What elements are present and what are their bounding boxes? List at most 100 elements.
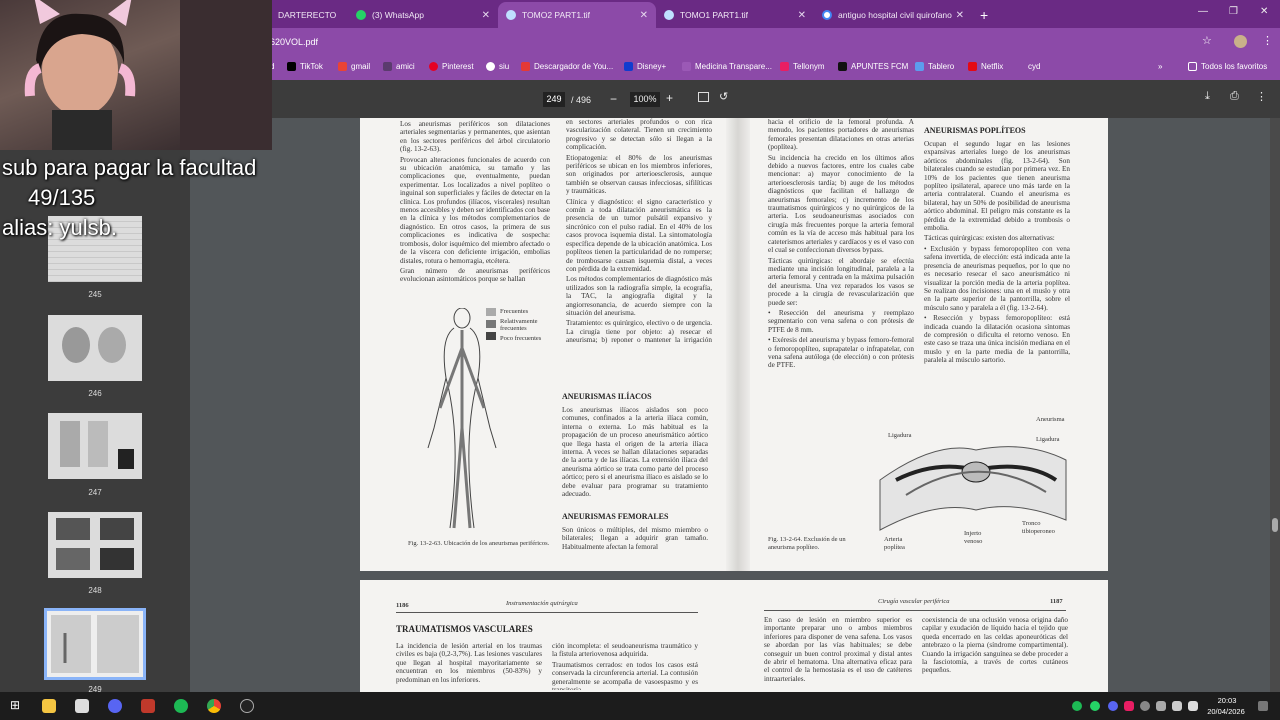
new-tab-button[interactable]: + [980, 2, 988, 28]
fit-page-icon[interactable] [698, 92, 709, 102]
tab-whatsapp[interactable]: (3) WhatsApp ✕ [348, 2, 498, 28]
pinterest-icon [429, 62, 438, 71]
windows-start-icon[interactable]: ⊞ [10, 698, 24, 712]
restore-icon[interactable]: ❐ [1229, 6, 1238, 17]
notification-icon[interactable] [1258, 701, 1268, 711]
close-icon[interactable]: ✕ [640, 10, 648, 21]
notion-icon [838, 62, 847, 71]
bookmark-tablero[interactable]: Tablero [915, 62, 954, 71]
scrollbar-thumb[interactable] [1272, 518, 1278, 532]
bookmark-cyd[interactable]: cyd [1028, 62, 1040, 71]
label-arteria: Arteria poplítea [884, 536, 905, 551]
tellonym-icon [780, 62, 789, 71]
close-icon[interactable]: ✕ [482, 10, 490, 21]
left-col1: Los aneurismas periféricos son dilatacio… [400, 120, 550, 284]
bookmark-amici[interactable]: amici [383, 62, 415, 71]
webcam-feed [0, 0, 272, 150]
minimize-icon[interactable]: — [1198, 6, 1208, 17]
window-close-icon[interactable]: ✕ [1260, 6, 1268, 17]
all-bookmarks[interactable]: Todos los favoritos [1188, 62, 1267, 71]
zoom-in-icon[interactable]: + [666, 91, 673, 105]
label-ligadura-left: Ligadura [888, 432, 912, 439]
zoom-out-icon[interactable]: − [610, 92, 617, 106]
app-icon[interactable] [141, 699, 155, 713]
pdf-page-250: 1186 Instrumentación quirúrgica TRAUMATI… [360, 580, 1108, 692]
bookmark-apuntes[interactable]: APUNTES FCM [838, 62, 908, 71]
tab-tomo1[interactable]: TOMO1 PART1.tif ✕ [656, 2, 814, 28]
bottom-left-col2: ción incompleta: el seudoaneurisma traum… [552, 642, 698, 690]
bottom-right-col1: En caso de lesión en miembro superior es… [764, 616, 912, 683]
usb-icon[interactable] [1156, 701, 1166, 711]
chrome-icon[interactable] [207, 699, 221, 713]
clock-time[interactable]: 20:03 [1210, 696, 1244, 705]
bookmark-descargador[interactable]: Descargador de You... [521, 62, 613, 71]
page-icon [383, 62, 392, 71]
tab-hospital[interactable]: antiguo hospital civil quirofano ✕ [814, 2, 972, 28]
bookmark-gmail[interactable]: gmail [338, 62, 370, 71]
tray-spotify-icon[interactable] [1072, 701, 1082, 711]
page-gutter [726, 118, 750, 571]
tray-app-icon[interactable] [1140, 701, 1150, 711]
tray-whatsapp-icon[interactable] [1090, 701, 1100, 711]
heading-popliteos: ANEURISMAS POPLÍTEOS [924, 126, 1026, 135]
discord-icon[interactable] [108, 699, 122, 713]
viewer-scrollbar[interactable] [1270, 118, 1280, 692]
running-header-right: Cirugía vascular periférica [878, 598, 950, 605]
bookmark-medicina[interactable]: Medicina Transpare... [682, 62, 772, 71]
spotify-icon[interactable] [174, 699, 188, 713]
heading-traumatismos: TRAUMATISMOS VASCULARES [396, 624, 533, 634]
running-header-left: Instrumentación quirúrgica [506, 600, 578, 607]
bottom-right-col2: coexistencia de una oclusión venosa orig… [922, 616, 1068, 675]
page-icon [506, 10, 516, 20]
whatsapp-icon [356, 10, 366, 20]
header-rule [396, 612, 698, 613]
pdf-viewer[interactable]: Los aneurismas periféricos son dilatacio… [190, 118, 1280, 692]
page-icon [682, 62, 691, 71]
thumbnail-label: 245 [88, 290, 102, 299]
menu-icon[interactable]: ⋮ [1262, 34, 1273, 47]
thumbnail-246[interactable] [48, 315, 142, 381]
star-icon[interactable]: ☆ [1202, 34, 1212, 47]
tray-app-icon[interactable] [1124, 701, 1134, 711]
total-pages: / 496 [571, 95, 592, 105]
thumbnail-248[interactable] [48, 512, 142, 578]
bookmark-netflix[interactable]: Netflix [968, 62, 1003, 71]
tab-label: (3) WhatsApp [372, 10, 424, 20]
tray-discord-icon[interactable] [1108, 701, 1118, 711]
thumbnail-label: 248 [88, 586, 102, 595]
clock-date[interactable]: 20/04/2026 [1202, 707, 1250, 716]
bookmark-disney[interactable]: Disney+ [624, 62, 666, 71]
tab-dartrecto[interactable]: DARTERECTO [270, 2, 348, 28]
obs-icon[interactable] [240, 699, 254, 713]
thumbnail-247[interactable] [48, 413, 142, 479]
bottom-left-col1: La incidencia de lesión arterial en los … [396, 642, 542, 684]
label-injerto: Injerto venoso [964, 530, 983, 545]
close-icon[interactable]: ✕ [956, 10, 964, 21]
right-col2: Ocupan el segundo lugar en las lesiones … [924, 140, 1070, 365]
store-icon[interactable] [75, 699, 89, 713]
close-icon[interactable]: ✕ [798, 10, 806, 21]
page-number-input[interactable]: 249 [543, 92, 565, 107]
label-tronco: Tronco tibioperoneo [1022, 520, 1055, 535]
tab-tomo2[interactable]: TOMO2 PART1.tif ✕ [498, 2, 656, 28]
more-bookmarks-icon[interactable]: » [1158, 62, 1162, 71]
url-field[interactable]: 620VOL.pdf [270, 37, 318, 47]
download-icon[interactable]: ⤓ [1205, 90, 1210, 103]
netflix-icon [968, 62, 977, 71]
bookmark-siu[interactable]: siu [486, 62, 509, 71]
volume-icon[interactable] [1188, 701, 1198, 711]
tiktok-icon [287, 62, 296, 71]
bookmark-tiktok[interactable]: TikTok [287, 62, 323, 71]
download-icon [521, 62, 530, 71]
bookmark-pinterest[interactable]: Pinterest [429, 62, 474, 71]
file-explorer-icon[interactable] [42, 699, 56, 713]
more-options-icon[interactable]: ⋮ [1256, 90, 1267, 103]
zoom-input[interactable]: 100% [630, 92, 660, 107]
heading-femorales: ANEURISMAS FEMORALES [562, 512, 669, 521]
print-icon[interactable]: ⎙ [1230, 90, 1239, 103]
bookmark-tellonym[interactable]: Tellonym [780, 62, 825, 71]
thumbnail-249[interactable] [44, 608, 146, 680]
rotate-icon[interactable]: ↺ [719, 90, 728, 103]
wifi-icon[interactable] [1172, 701, 1182, 711]
avatar[interactable] [1234, 35, 1247, 48]
